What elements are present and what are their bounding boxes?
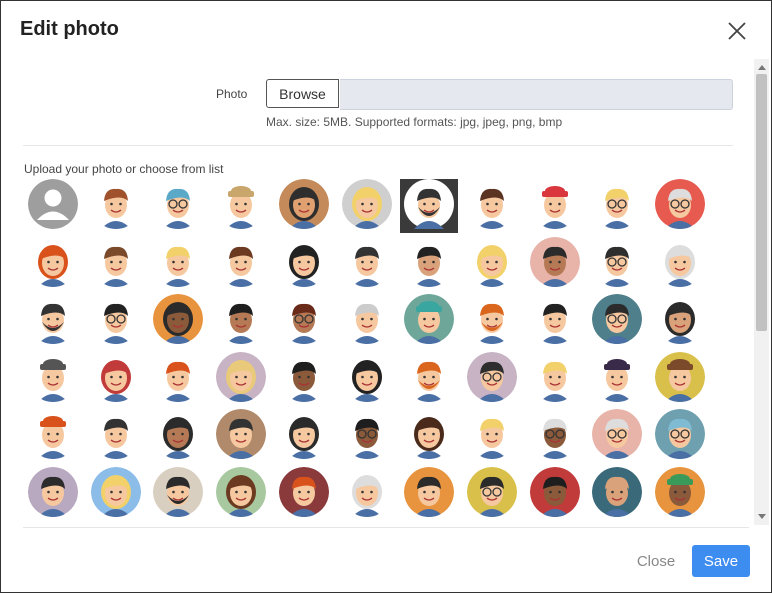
divider — [23, 145, 733, 146]
avatar-option[interactable] — [278, 179, 329, 229]
avatar-option[interactable] — [592, 179, 643, 229]
avatar-option[interactable] — [529, 179, 580, 229]
avatar-option[interactable] — [278, 466, 329, 517]
avatar-option[interactable] — [592, 294, 643, 344]
avatar-option[interactable] — [216, 466, 267, 517]
avatar-option[interactable] — [404, 294, 455, 344]
avatar-option[interactable] — [216, 179, 267, 229]
file-path-field[interactable] — [340, 79, 733, 110]
avatar-option[interactable] — [278, 409, 329, 459]
browse-button[interactable]: Browse — [266, 79, 339, 108]
avatar-option[interactable] — [153, 294, 204, 344]
scrollbar-thumb[interactable] — [756, 74, 767, 331]
avatar-option[interactable] — [592, 236, 643, 287]
close-button[interactable]: Close — [627, 545, 685, 577]
avatar-option[interactable] — [28, 351, 78, 402]
avatar-option[interactable] — [153, 236, 204, 287]
scrollbar[interactable] — [754, 59, 769, 525]
avatar-option[interactable] — [592, 351, 643, 402]
avatar-option[interactable] — [341, 294, 392, 344]
avatar-option[interactable] — [153, 179, 204, 229]
avatar-option[interactable] — [655, 294, 705, 344]
avatar-option[interactable] — [28, 409, 78, 459]
avatar-option[interactable] — [28, 236, 78, 287]
photo-label: Photo — [216, 87, 248, 101]
avatar-option[interactable] — [216, 294, 267, 344]
avatar-option[interactable] — [90, 351, 141, 402]
avatar-option[interactable] — [404, 351, 455, 402]
avatar-option[interactable] — [278, 236, 329, 287]
avatar-option[interactable] — [216, 409, 267, 459]
avatar-option[interactable] — [153, 351, 204, 402]
footer-divider — [23, 527, 749, 528]
avatar-option[interactable] — [90, 179, 141, 229]
edit-photo-dialog: Edit photo Photo Browse Max. size: 5MB. … — [0, 0, 772, 593]
avatar-option[interactable] — [153, 466, 204, 517]
avatar-option[interactable] — [341, 179, 392, 229]
avatar-option[interactable] — [466, 179, 517, 229]
avatar-option[interactable] — [278, 294, 329, 344]
avatar-option[interactable] — [216, 236, 267, 287]
avatar-option[interactable] — [153, 409, 204, 459]
avatar-option[interactable] — [466, 466, 517, 517]
avatar-option[interactable] — [655, 179, 705, 229]
avatar-option[interactable] — [466, 409, 517, 459]
avatar-option[interactable] — [655, 409, 705, 459]
avatar-option[interactable] — [592, 409, 643, 459]
file-hint: Max. size: 5MB. Supported formats: jpg, … — [266, 115, 563, 129]
close-icon[interactable] — [728, 22, 746, 40]
avatar-grid — [28, 179, 728, 524]
avatar-option[interactable] — [655, 351, 705, 402]
avatar-option[interactable] — [28, 466, 78, 517]
avatar-option[interactable] — [90, 236, 141, 287]
avatar-list-label: Upload your photo or choose from list — [24, 162, 224, 176]
avatar-option[interactable] — [28, 179, 78, 229]
avatar-option[interactable] — [341, 466, 392, 517]
avatar-option[interactable] — [529, 351, 580, 402]
avatar-option[interactable] — [341, 351, 392, 402]
avatar-option[interactable] — [216, 351, 267, 402]
avatar-option[interactable] — [341, 236, 392, 287]
avatar-option[interactable] — [28, 294, 78, 344]
dialog-title: Edit photo — [20, 18, 119, 40]
avatar-option[interactable] — [404, 466, 455, 517]
avatar-option[interactable] — [341, 409, 392, 459]
avatar-option[interactable] — [404, 236, 455, 287]
avatar-option[interactable] — [466, 294, 517, 344]
dialog-body: Photo Browse Max. size: 5MB. Supported f… — [1, 61, 771, 527]
avatar-option[interactable] — [466, 236, 517, 287]
file-input-group: Browse — [266, 79, 733, 110]
avatar-option[interactable] — [529, 409, 580, 459]
scroll-up-icon[interactable] — [758, 65, 766, 70]
avatar-option[interactable] — [592, 466, 643, 517]
avatar-option[interactable] — [655, 236, 705, 287]
avatar-option[interactable] — [529, 236, 580, 287]
avatar-option[interactable] — [529, 466, 580, 517]
avatar-option[interactable] — [529, 294, 580, 344]
avatar-option[interactable] — [90, 409, 141, 459]
save-button[interactable]: Save — [692, 545, 750, 577]
avatar-option[interactable] — [655, 466, 705, 517]
avatar-option[interactable] — [90, 294, 141, 344]
avatar-option[interactable] — [278, 351, 329, 402]
avatar-option[interactable] — [466, 351, 517, 402]
avatar-option[interactable] — [400, 179, 459, 233]
avatar-option[interactable] — [404, 409, 455, 459]
avatar-option[interactable] — [90, 466, 141, 517]
scroll-down-icon[interactable] — [758, 514, 766, 519]
